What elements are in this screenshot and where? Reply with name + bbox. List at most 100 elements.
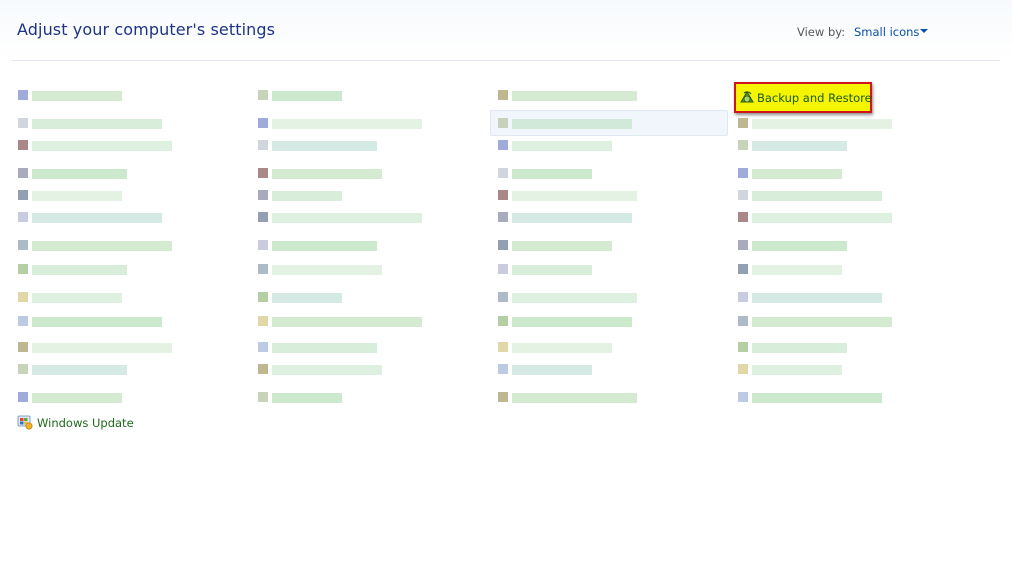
blurred-item-label bbox=[752, 191, 882, 201]
blurred-item-icon bbox=[738, 168, 748, 178]
backup-restore-icon bbox=[740, 91, 754, 103]
blurred-list-item[interactable] bbox=[18, 392, 122, 404]
blurred-list-item[interactable] bbox=[18, 118, 162, 130]
blurred-item-label bbox=[512, 169, 592, 179]
blurred-list-item[interactable] bbox=[498, 190, 637, 202]
blurred-list-item[interactable] bbox=[18, 364, 127, 376]
blurred-list-item[interactable] bbox=[258, 364, 382, 376]
blurred-item-icon bbox=[498, 240, 508, 250]
blurred-list-item[interactable] bbox=[498, 342, 612, 354]
blurred-list-item[interactable] bbox=[498, 212, 632, 224]
blurred-list-item[interactable] bbox=[738, 364, 842, 376]
blurred-item-icon bbox=[498, 118, 508, 128]
blurred-item-icon bbox=[498, 168, 508, 178]
blurred-list-item[interactable] bbox=[498, 240, 612, 252]
blurred-list-item[interactable] bbox=[258, 342, 377, 354]
blurred-item-label bbox=[512, 119, 632, 129]
blurred-list-item[interactable] bbox=[258, 240, 377, 252]
blurred-list-item[interactable] bbox=[498, 292, 637, 304]
blurred-item-icon bbox=[258, 392, 268, 402]
blurred-list-item[interactable] bbox=[498, 118, 632, 130]
blurred-item-label bbox=[272, 265, 382, 275]
view-by-label: View by: bbox=[797, 25, 846, 39]
blurred-list-item[interactable] bbox=[498, 140, 612, 152]
blurred-list-item[interactable] bbox=[498, 316, 632, 328]
blurred-list-item[interactable] bbox=[18, 316, 162, 328]
blurred-item-label bbox=[272, 343, 377, 353]
blurred-list-item[interactable] bbox=[258, 118, 422, 130]
blurred-item-label bbox=[272, 91, 342, 101]
blurred-item-icon bbox=[498, 212, 508, 222]
blurred-item-icon bbox=[498, 292, 508, 302]
blurred-list-item[interactable] bbox=[498, 90, 637, 102]
blurred-list-item[interactable] bbox=[738, 240, 847, 252]
windows-update-link[interactable]: Windows Update bbox=[37, 416, 134, 430]
blurred-list-item[interactable] bbox=[18, 140, 172, 152]
blurred-item-label bbox=[32, 119, 162, 129]
blurred-item-icon bbox=[18, 264, 28, 274]
backup-restore-link[interactable]: Backup and Restore bbox=[757, 91, 872, 105]
blurred-item-label bbox=[512, 365, 592, 375]
blurred-list-item[interactable] bbox=[738, 168, 842, 180]
blurred-item-icon bbox=[498, 264, 508, 274]
blurred-list-item[interactable] bbox=[18, 292, 122, 304]
blurred-item-label bbox=[272, 191, 342, 201]
blurred-item-icon bbox=[498, 364, 508, 374]
blurred-item-icon bbox=[258, 342, 268, 352]
blurred-item-icon bbox=[258, 364, 268, 374]
blurred-list-item[interactable] bbox=[738, 190, 882, 202]
blurred-list-item[interactable] bbox=[258, 190, 342, 202]
blurred-list-item[interactable] bbox=[498, 392, 637, 404]
blurred-item-icon bbox=[18, 240, 28, 250]
blurred-item-icon bbox=[738, 264, 748, 274]
blurred-item-label bbox=[272, 317, 422, 327]
blurred-list-item[interactable] bbox=[738, 264, 842, 276]
blurred-list-item[interactable] bbox=[258, 168, 382, 180]
blurred-list-item[interactable] bbox=[738, 212, 892, 224]
blurred-item-icon bbox=[498, 140, 508, 150]
blurred-item-icon bbox=[18, 212, 28, 222]
blurred-list-item[interactable] bbox=[258, 316, 422, 328]
blurred-item-icon bbox=[738, 140, 748, 150]
blurred-item-label bbox=[32, 343, 172, 353]
blurred-item-label bbox=[752, 141, 847, 151]
blurred-list-item[interactable] bbox=[18, 264, 127, 276]
blurred-item-label bbox=[512, 191, 637, 201]
blurred-item-label bbox=[752, 293, 882, 303]
blurred-list-item[interactable] bbox=[18, 342, 172, 354]
blurred-item-icon bbox=[18, 90, 28, 100]
blurred-list-item[interactable] bbox=[18, 212, 162, 224]
blurred-item-label bbox=[512, 241, 612, 251]
blurred-list-item[interactable] bbox=[738, 292, 882, 304]
blurred-list-item[interactable] bbox=[738, 316, 892, 328]
blurred-item-icon bbox=[18, 190, 28, 200]
blurred-item-label bbox=[272, 213, 422, 223]
blurred-item-icon bbox=[738, 292, 748, 302]
blurred-list-item[interactable] bbox=[18, 190, 122, 202]
blurred-list-item[interactable] bbox=[258, 292, 342, 304]
blurred-list-item[interactable] bbox=[258, 90, 342, 102]
blurred-list-item[interactable] bbox=[18, 240, 172, 252]
blurred-item-label bbox=[32, 317, 162, 327]
blurred-list-item[interactable] bbox=[258, 392, 342, 404]
blurred-list-item[interactable] bbox=[258, 212, 422, 224]
blurred-list-item[interactable] bbox=[738, 140, 847, 152]
blurred-item-label bbox=[272, 293, 342, 303]
blurred-list-item[interactable] bbox=[738, 118, 892, 130]
blurred-list-item[interactable] bbox=[738, 392, 882, 404]
blurred-list-item[interactable] bbox=[498, 364, 592, 376]
chevron-down-icon[interactable] bbox=[920, 29, 928, 33]
blurred-list-item[interactable] bbox=[498, 264, 592, 276]
blurred-list-item[interactable] bbox=[498, 168, 592, 180]
blurred-item-icon bbox=[738, 190, 748, 200]
blurred-list-item[interactable] bbox=[18, 90, 122, 102]
blurred-list-item[interactable] bbox=[18, 168, 127, 180]
view-by-dropdown[interactable]: Small icons bbox=[854, 25, 919, 39]
blurred-item-icon bbox=[258, 240, 268, 250]
blurred-list-item[interactable] bbox=[258, 140, 377, 152]
blurred-list-item[interactable] bbox=[258, 264, 382, 276]
blurred-item-label bbox=[32, 141, 172, 151]
blurred-item-label bbox=[32, 91, 122, 101]
blurred-item-icon bbox=[258, 190, 268, 200]
blurred-list-item[interactable] bbox=[738, 342, 847, 354]
